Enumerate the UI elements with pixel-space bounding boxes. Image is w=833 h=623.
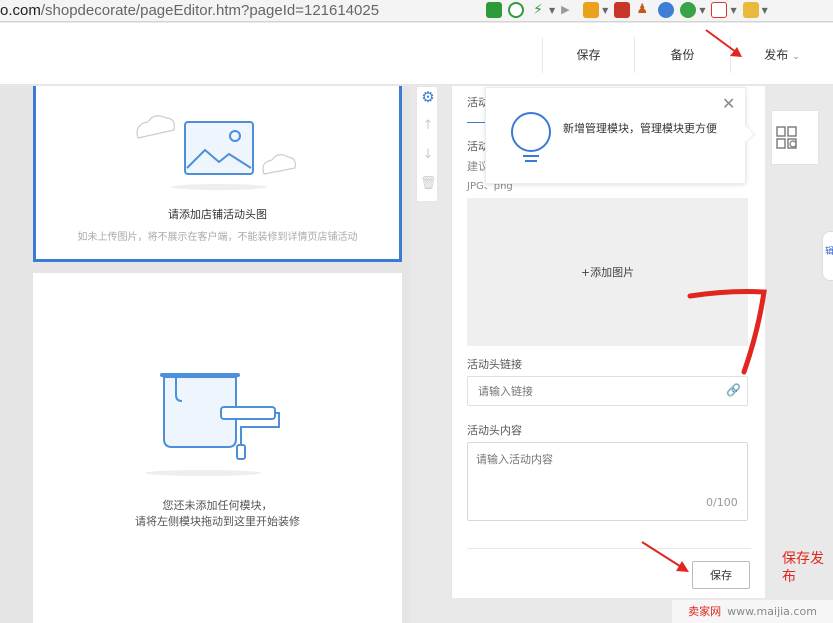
dropdown-caret-icon[interactable]: ▼ bbox=[762, 6, 768, 15]
extension-microscope-icon[interactable]: ♟ bbox=[636, 2, 652, 18]
dropdown-caret-icon[interactable]: ▼ bbox=[730, 6, 736, 15]
content-field-label: 活动头内容 bbox=[467, 424, 522, 437]
toolbar-backup-button[interactable]: 备份 bbox=[634, 37, 730, 73]
empty-canvas-message: 您还未添加任何模块， 请将左侧模块拖动到这里开始装修 bbox=[33, 498, 402, 530]
module-grid-icon bbox=[776, 126, 797, 149]
add-image-upload-box[interactable]: +添加图片 bbox=[467, 198, 748, 346]
watermark-left: 卖家网 bbox=[688, 605, 722, 618]
link-field-label: 活动头链接 bbox=[467, 358, 522, 371]
image-placeholder-icon bbox=[136, 115, 296, 190]
browser-extension-icons: ⚡ ▼ ▶ ▼ ♟ ▼ ▼ ▼ bbox=[486, 2, 768, 18]
extension-bolt-icon[interactable]: ⚡ bbox=[530, 2, 546, 18]
panel-save-button[interactable]: 保存 bbox=[692, 561, 750, 589]
new-feature-popover: 新增管理模块，管理模块更方便 ✕ bbox=[485, 87, 756, 184]
lightbulb-icon bbox=[511, 112, 551, 162]
empty-message-line1: 您还未添加任何模块， bbox=[162, 499, 273, 512]
dropdown-caret-icon[interactable]: ▼ bbox=[699, 6, 705, 15]
url-domain: o.com bbox=[0, 2, 41, 19]
watermark-right: www.maijia.com bbox=[727, 605, 817, 618]
close-icon[interactable]: ✕ bbox=[722, 94, 735, 113]
module-manager-button[interactable] bbox=[771, 110, 819, 165]
extension-shield-icon[interactable] bbox=[680, 2, 697, 18]
browser-address-bar: o.com/shopdecorate/pageEditor.htm?pageId… bbox=[0, 0, 833, 22]
link-input[interactable] bbox=[467, 376, 748, 406]
activity-header-module[interactable]: 请添加店铺活动头图 如未上传图片，将不展示在客户端，不能装修到详情页店铺活动 bbox=[33, 86, 402, 262]
edge-collapse-tab[interactable]: 辑 bbox=[822, 231, 833, 281]
toolbar-save-button[interactable]: 保存 bbox=[542, 37, 634, 73]
play-icon[interactable]: ▶ bbox=[561, 2, 577, 18]
watermark: 卖家网 www.maijia.com bbox=[672, 600, 833, 623]
content-textarea[interactable] bbox=[467, 442, 748, 521]
extension-apps-icon[interactable] bbox=[583, 2, 600, 18]
move-down-arrow-icon[interactable]: ↓ bbox=[420, 147, 436, 163]
panel-divider bbox=[467, 548, 751, 549]
editor-toolbar: 保存 备份 发布 ⌄ bbox=[0, 23, 833, 85]
module-tool-column: ⚙ ↑ ↓ 🗑 bbox=[416, 86, 438, 202]
chevron-down-icon: ⌄ bbox=[792, 52, 800, 62]
dropdown-caret-icon[interactable]: ▼ bbox=[549, 6, 555, 15]
extension-blue-circle-icon[interactable] bbox=[658, 2, 675, 18]
move-up-arrow-icon[interactable]: ↑ bbox=[420, 118, 436, 134]
image-module-subtext: 如未上传图片，将不展示在客户端，不能装修到详情页店铺活动 bbox=[77, 232, 358, 243]
url-path: /shopdecorate/pageEditor.htm?pageId=1216… bbox=[40, 2, 380, 19]
extension-green-icon[interactable] bbox=[486, 2, 502, 18]
url-text[interactable]: o.com/shopdecorate/pageEditor.htm?pageId… bbox=[0, 2, 379, 19]
paint-bucket-icon bbox=[145, 373, 280, 476]
extension-yellow-icon[interactable] bbox=[742, 2, 759, 18]
dropdown-caret-icon[interactable]: ▼ bbox=[602, 6, 608, 15]
content-char-counter: 0/100 bbox=[706, 496, 738, 509]
publish-label: 发布 bbox=[764, 48, 789, 62]
annotation-note: 保存发布 bbox=[782, 551, 824, 585]
empty-drop-zone[interactable]: 您还未添加任何模块， 请将左侧模块拖动到这里开始装修 bbox=[33, 273, 402, 623]
image-module-hint: 请添加店铺活动头图 bbox=[168, 208, 267, 221]
extension-pdf-icon[interactable] bbox=[711, 2, 728, 18]
link-icon: 🔗 bbox=[726, 383, 741, 397]
extension-refresh-icon[interactable] bbox=[508, 2, 524, 18]
toolbar-publish-button[interactable]: 发布 ⌄ bbox=[730, 37, 833, 73]
trash-icon[interactable]: 🗑 bbox=[420, 176, 437, 192]
heading-underline bbox=[467, 122, 487, 123]
extension-red-icon[interactable] bbox=[614, 2, 631, 18]
empty-message-line2: 请将左侧模块拖动到这里开始装修 bbox=[135, 515, 300, 528]
popover-message: 新增管理模块，管理模块更方便 bbox=[563, 122, 717, 135]
settings-gear-icon[interactable]: ⚙ bbox=[420, 89, 436, 105]
